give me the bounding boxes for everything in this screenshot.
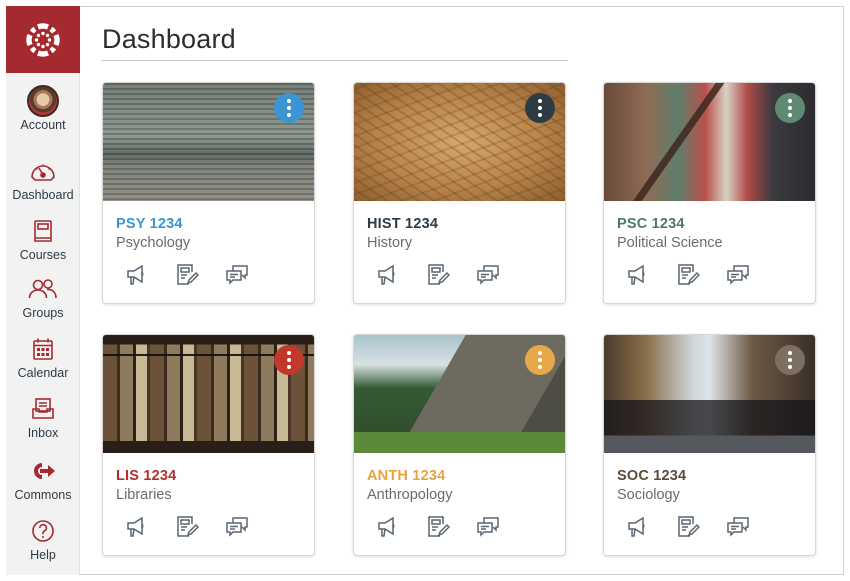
card-actions bbox=[125, 515, 249, 539]
course-code[interactable]: HIST 1234 bbox=[367, 216, 438, 232]
course-code[interactable]: ANTH 1234 bbox=[367, 468, 445, 484]
course-code[interactable]: PSC 1234 bbox=[617, 216, 685, 232]
course-card-image[interactable] bbox=[103, 83, 314, 201]
discussions-icon[interactable] bbox=[726, 515, 750, 539]
nav-label: Help bbox=[30, 548, 56, 562]
card-actions bbox=[376, 515, 500, 539]
course-card[interactable]: LIS 1234 Libraries bbox=[102, 334, 315, 556]
discussions-icon[interactable] bbox=[476, 515, 500, 539]
card-actions bbox=[626, 263, 750, 287]
book-icon bbox=[34, 220, 52, 242]
calendar-icon bbox=[33, 338, 53, 360]
course-code[interactable]: PSY 1234 bbox=[116, 216, 183, 232]
page-title: Dashboard bbox=[102, 24, 236, 54]
nav-item-calendar[interactable]: Calendar bbox=[6, 334, 80, 380]
card-actions bbox=[626, 515, 750, 539]
inbox-icon bbox=[32, 398, 54, 419]
card-options-button[interactable] bbox=[525, 93, 555, 123]
more-vertical-icon bbox=[788, 99, 792, 103]
assignments-icon[interactable] bbox=[676, 515, 700, 539]
more-vertical-icon bbox=[788, 351, 792, 355]
assignments-icon[interactable] bbox=[676, 263, 700, 287]
discussions-icon[interactable] bbox=[225, 515, 249, 539]
nav-item-dashboard[interactable]: Dashboard bbox=[6, 156, 80, 202]
help-icon bbox=[32, 520, 54, 542]
nav-item-inbox[interactable]: Inbox bbox=[6, 394, 80, 440]
nav-item-help[interactable]: Help bbox=[6, 516, 80, 562]
nav-label: Account bbox=[20, 118, 66, 132]
card-options-button[interactable] bbox=[525, 345, 555, 375]
card-options-button[interactable] bbox=[274, 345, 304, 375]
course-name: Anthropology bbox=[367, 487, 453, 503]
course-card-image[interactable] bbox=[354, 335, 565, 453]
card-options-button[interactable] bbox=[775, 93, 805, 123]
card-options-button[interactable] bbox=[775, 345, 805, 375]
title-divider bbox=[101, 60, 568, 61]
course-code[interactable]: SOC 1234 bbox=[617, 468, 686, 484]
discussions-icon[interactable] bbox=[225, 263, 249, 287]
more-vertical-icon bbox=[287, 99, 291, 103]
course-card[interactable]: ANTH 1234 Anthropology bbox=[353, 334, 566, 556]
global-nav: Account Dashboard Courses Groups Calenda… bbox=[6, 6, 80, 575]
assignments-icon[interactable] bbox=[426, 515, 450, 539]
course-code[interactable]: LIS 1234 bbox=[116, 468, 176, 484]
assignments-icon[interactable] bbox=[426, 263, 450, 287]
course-name: Libraries bbox=[116, 487, 172, 503]
course-card-image[interactable] bbox=[354, 83, 565, 201]
course-card[interactable]: PSC 1234 Political Science bbox=[603, 82, 816, 304]
course-card[interactable]: SOC 1234 Sociology bbox=[603, 334, 816, 556]
announcements-icon[interactable] bbox=[376, 515, 400, 539]
announcements-icon[interactable] bbox=[125, 263, 149, 287]
announcements-icon[interactable] bbox=[376, 263, 400, 287]
canvas-logo-button[interactable] bbox=[6, 6, 80, 73]
commons-icon bbox=[34, 463, 55, 479]
users-icon bbox=[28, 279, 57, 299]
announcements-icon[interactable] bbox=[626, 263, 650, 287]
nav-label: Dashboard bbox=[12, 188, 74, 202]
card-actions bbox=[125, 263, 249, 287]
nav-label: Courses bbox=[19, 248, 67, 262]
nav-item-account[interactable]: Account bbox=[6, 85, 80, 132]
more-vertical-icon bbox=[538, 351, 542, 355]
nav-label: Inbox bbox=[27, 426, 59, 440]
course-card[interactable]: HIST 1234 History bbox=[353, 82, 566, 304]
assignments-icon[interactable] bbox=[175, 263, 199, 287]
announcements-icon[interactable] bbox=[626, 515, 650, 539]
course-card-image[interactable] bbox=[604, 83, 815, 201]
course-name: Psychology bbox=[116, 235, 191, 251]
avatar bbox=[27, 85, 59, 117]
course-card-image[interactable] bbox=[604, 335, 815, 453]
more-vertical-icon bbox=[538, 99, 542, 103]
course-name: History bbox=[367, 235, 413, 251]
discussions-icon[interactable] bbox=[726, 263, 750, 287]
card-options-button[interactable] bbox=[274, 93, 304, 123]
course-card[interactable]: PSY 1234 Psychology bbox=[102, 82, 315, 304]
discussions-icon[interactable] bbox=[476, 263, 500, 287]
course-name: Sociology bbox=[617, 487, 680, 503]
course-card-image[interactable] bbox=[103, 335, 314, 453]
gauge-icon bbox=[31, 164, 55, 181]
more-vertical-icon bbox=[287, 351, 291, 355]
nav-label: Calendar bbox=[17, 366, 69, 380]
nav-item-courses[interactable]: Courses bbox=[6, 216, 80, 262]
nav-item-commons[interactable]: Commons bbox=[6, 456, 80, 502]
nav-item-groups[interactable]: Groups bbox=[6, 274, 80, 320]
nav-label: Commons bbox=[14, 488, 72, 502]
card-actions bbox=[376, 263, 500, 287]
nav-label: Groups bbox=[22, 306, 64, 320]
course-name: Political Science bbox=[617, 235, 723, 251]
assignments-icon[interactable] bbox=[175, 515, 199, 539]
canvas-logo-icon bbox=[26, 22, 60, 57]
announcements-icon[interactable] bbox=[125, 515, 149, 539]
